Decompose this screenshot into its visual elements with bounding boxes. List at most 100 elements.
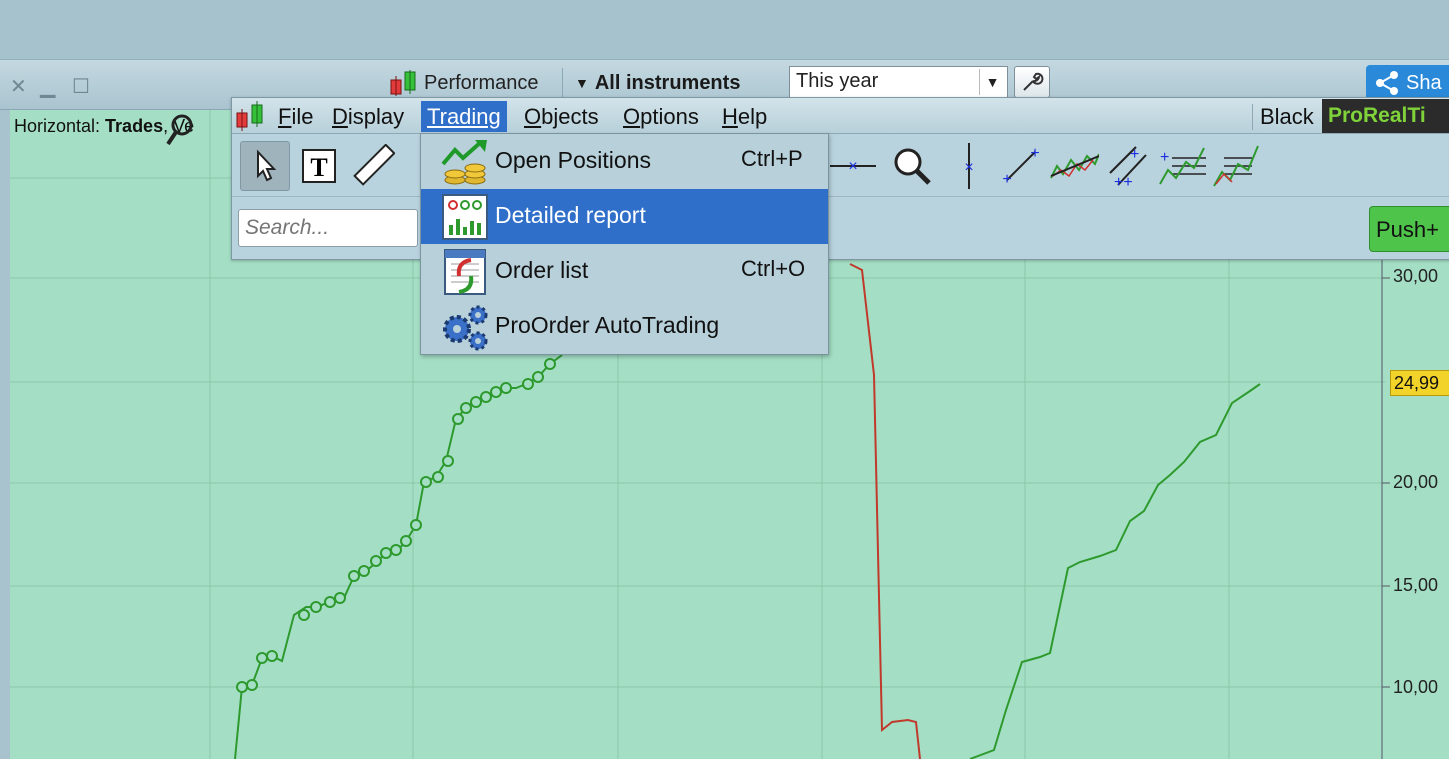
horizontal-mode: Trades — [105, 116, 164, 136]
svg-text:T: T — [310, 153, 327, 182]
order-list-shortcut: Ctrl+O — [741, 256, 806, 281]
order-list-icon — [444, 249, 486, 295]
menu-options-label: ptions — [640, 104, 699, 129]
ruler-icon — [353, 144, 395, 186]
svg-text:+: + — [1160, 149, 1169, 166]
menu-file-accel: F — [278, 104, 292, 129]
ruler-tool[interactable] — [348, 141, 398, 191]
cursor-arrow-icon — [257, 149, 277, 182]
menu-trading-label: Trading — [427, 104, 501, 129]
trendline-tool[interactable]: + + — [996, 141, 1046, 191]
menu-objects-label: bjects — [541, 104, 599, 129]
search-input[interactable] — [238, 209, 418, 247]
drawing-toolbar-window: File Display Trading Objects Options Hel… — [231, 97, 1449, 260]
menu-trading[interactable]: Trading — [421, 101, 507, 132]
menu-open-positions[interactable]: Open Positions Ctrl+P — [421, 134, 828, 189]
menu-detailed-report[interactable]: Detailed report — [421, 189, 828, 244]
levels-icon — [1213, 145, 1259, 187]
drawing-tools-row: T × × + + ++ + + — [232, 135, 1449, 197]
svg-text:+: + — [1002, 171, 1011, 186]
menu-help-label: elp — [737, 104, 768, 129]
horizontal-line-icon: × — [830, 158, 876, 175]
horizontal-line-tool[interactable]: × — [828, 141, 878, 191]
menu-display[interactable]: Display — [326, 101, 410, 132]
share-label: Sha — [1406, 71, 1442, 94]
app-candlestick-icon — [236, 101, 263, 131]
pointer-tool[interactable] — [240, 141, 290, 191]
share-button[interactable]: Sha — [1366, 65, 1449, 101]
menu-order-list[interactable]: Order list Ctrl+O — [421, 244, 828, 299]
y-tick-label: 10,00 — [1393, 677, 1439, 697]
vertical-line-tool[interactable]: × — [944, 141, 994, 191]
brand-logo: ProRealTi — [1322, 99, 1449, 133]
equity-curve-recovery — [969, 383, 1261, 759]
svg-text:×: × — [848, 158, 857, 175]
fibonacci-icon: + — [1159, 147, 1206, 185]
menu-display-accel: D — [332, 104, 348, 129]
proorder-label: ProOrder AutoTrading — [495, 312, 720, 338]
search-row: Push+ — [232, 198, 1449, 260]
svg-text:×: × — [964, 159, 973, 176]
close-icon[interactable]: ✕ — [10, 74, 27, 99]
performance-label: Performance — [424, 71, 539, 94]
share-icon — [1376, 71, 1398, 95]
open-positions-icon — [441, 140, 487, 185]
period-value: This year — [796, 70, 879, 92]
fibonacci-tool[interactable]: + — [1158, 141, 1208, 191]
y-tick-label: 15,00 — [1393, 575, 1439, 595]
gears-icon — [443, 305, 488, 351]
zigzag-line-icon — [1050, 153, 1099, 179]
equity-curve-down — [849, 263, 921, 759]
menu-options-accel: O — [623, 104, 641, 129]
svg-text:+: + — [1130, 146, 1139, 163]
instruments-selector[interactable]: ▼ All instruments — [562, 68, 776, 98]
parallel-lines-icon: +++ — [1109, 146, 1147, 189]
y-tick-label: 30,00 — [1393, 266, 1439, 286]
wrench-icon — [1023, 72, 1044, 91]
order-list-label: Order list — [495, 257, 589, 283]
menu-help-accel: H — [722, 104, 738, 129]
candlestick-icon — [390, 70, 416, 96]
detailed-report-label: Detailed report — [495, 202, 646, 228]
dropdown-arrow-icon: ▼ — [575, 75, 589, 91]
settings-button[interactable] — [1014, 66, 1050, 98]
menu-options[interactable]: Options — [617, 101, 705, 132]
open-positions-label: Open Positions — [495, 147, 651, 173]
menu-display-label: isplay — [347, 104, 405, 129]
equity-curve-up — [234, 354, 563, 759]
text-tool[interactable]: T — [294, 141, 344, 191]
menu-bar: File Display Trading Objects Options Hel… — [232, 98, 1449, 134]
menu-objects-accel: O — [524, 104, 542, 129]
search-icon[interactable] — [166, 113, 196, 147]
menu-help[interactable]: Help — [716, 101, 773, 132]
menu-objects[interactable]: Objects — [518, 101, 605, 132]
minimize-icon[interactable]: ▁ — [40, 74, 55, 99]
current-value-badge: 24,99 — [1390, 370, 1449, 396]
parallel-lines-tool[interactable]: ++ + — [1104, 141, 1154, 191]
period-select[interactable]: This year ▼ — [789, 66, 1008, 98]
open-positions-shortcut: Ctrl+P — [741, 146, 803, 171]
trade-markers — [236, 358, 556, 693]
performance-title: Performance — [388, 70, 539, 96]
horizontal-prefix: Horizontal: — [14, 116, 106, 136]
maximize-icon[interactable]: ☐ — [72, 74, 90, 99]
theme-label[interactable]: Black — [1252, 104, 1314, 130]
menu-file[interactable]: File — [272, 101, 319, 132]
zoom-tool[interactable] — [887, 141, 937, 191]
push-button[interactable]: Push+ — [1369, 206, 1449, 252]
vertical-line-icon: × — [964, 143, 974, 189]
detailed-report-icon — [442, 194, 488, 240]
magnifier-icon — [894, 148, 931, 185]
trendline-icon: ++ — [1002, 146, 1039, 186]
top-band — [0, 0, 1449, 60]
y-tick-label: 20,00 — [1393, 472, 1439, 492]
y-axis-ticks — [1382, 277, 1390, 688]
svg-text:++: ++ — [1114, 174, 1133, 189]
levels-tool[interactable] — [1212, 141, 1262, 191]
instruments-label: All instruments — [594, 71, 741, 94]
trading-menu: Open Positions Ctrl+P Detailed report Or… — [420, 133, 829, 355]
chevron-down-icon[interactable]: ▼ — [979, 69, 1005, 95]
text-icon: T — [302, 149, 336, 183]
price-channel-tool[interactable] — [1049, 141, 1099, 191]
menu-proorder-autotrading[interactable]: ProOrder AutoTrading — [421, 299, 828, 354]
